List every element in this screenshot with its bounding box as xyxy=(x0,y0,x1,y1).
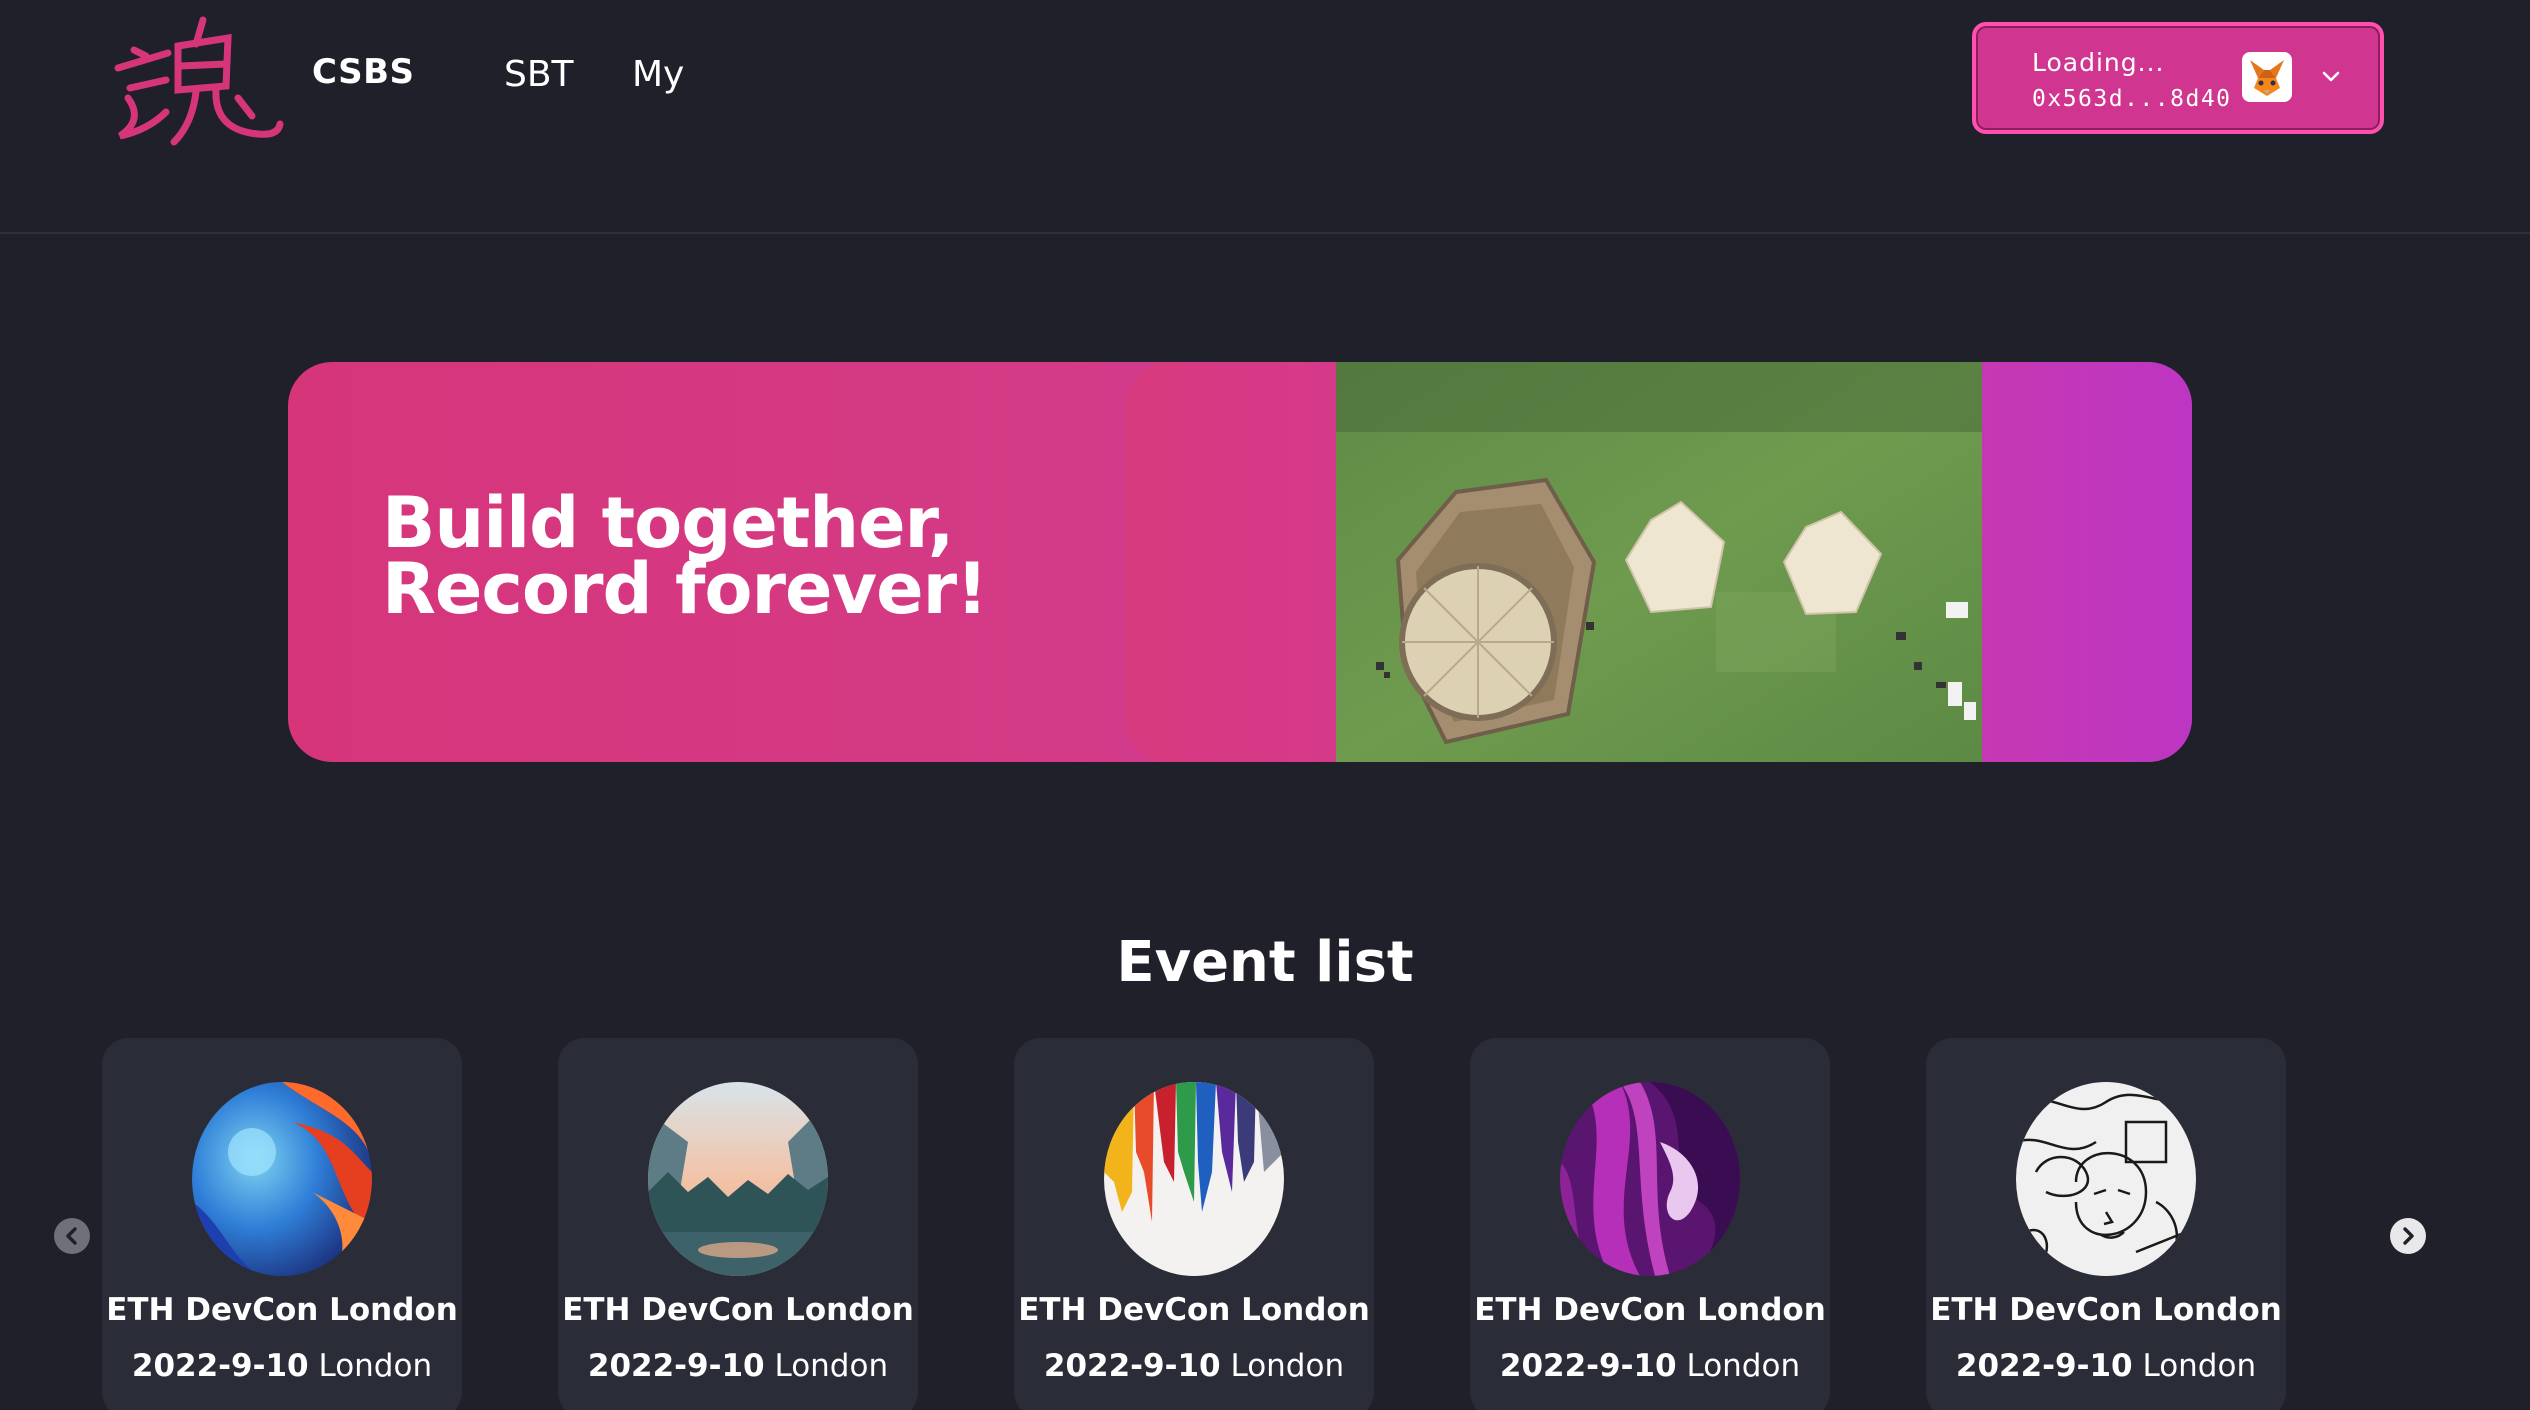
event-list-title: Event list xyxy=(1116,930,1414,995)
nav-link-sbt[interactable]: SBT xyxy=(504,54,574,95)
banner-headline: Build together, Record forever! xyxy=(382,482,988,630)
top-header: CSBS SBT My Loading... 0x563d...8d40 xyxy=(0,0,2530,234)
chevron-right-icon xyxy=(2403,1227,2414,1245)
chevron-left-icon xyxy=(66,1227,77,1245)
event-meta: 2022-9-10 London xyxy=(102,1348,462,1384)
event-name: ETH DevCon London xyxy=(106,1292,458,1328)
event-name: ETH DevCon London xyxy=(1930,1292,2282,1328)
event-meta: 2022-9-10 London xyxy=(1926,1348,2286,1384)
event-name: ETH DevCon London xyxy=(562,1292,914,1328)
event-city: London xyxy=(1686,1348,1801,1384)
brand-link[interactable]: CSBS xyxy=(312,52,414,92)
wallet-status: Loading... xyxy=(2032,48,2165,77)
event-image-yosemite-valley xyxy=(648,1082,828,1276)
wallet-connect-button[interactable]: Loading... 0x563d...8d40 xyxy=(1972,22,2384,134)
event-meta: 2022-9-10 London xyxy=(558,1348,918,1384)
event-date: 2022-9-10 xyxy=(131,1348,309,1384)
event-image-line-drawing-face xyxy=(2016,1082,2196,1276)
event-image-rainbow-paint-drip xyxy=(1104,1082,1284,1276)
event-card[interactable]: ETH DevCon London 2022-9-10 London xyxy=(558,1038,918,1410)
app-root: CSBS SBT My Loading... 0x563d...8d40 Bui… xyxy=(0,0,2530,1410)
event-card[interactable]: ETH DevCon London 2022-9-10 London xyxy=(1014,1038,1374,1410)
nav-link-my[interactable]: My xyxy=(632,54,684,95)
hero-banner: Build together, Record forever! xyxy=(288,362,2192,762)
event-name: ETH DevCon London xyxy=(1018,1292,1370,1328)
event-date: 2022-9-10 xyxy=(1043,1348,1221,1384)
banner-line-2: Record forever! xyxy=(382,548,988,630)
event-card[interactable]: ETH DevCon London 2022-9-10 London xyxy=(1470,1038,1830,1410)
event-date: 2022-9-10 xyxy=(587,1348,765,1384)
event-card[interactable]: ETH DevCon London 2022-9-10 London xyxy=(102,1038,462,1410)
event-city: London xyxy=(318,1348,433,1384)
chevron-down-icon[interactable] xyxy=(2316,62,2346,92)
event-date: 2022-9-10 xyxy=(1955,1348,2133,1384)
banner-line-1: Build together, xyxy=(382,482,954,564)
event-city: London xyxy=(774,1348,889,1384)
carousel-prev-button[interactable] xyxy=(54,1218,90,1254)
metamask-fox-icon xyxy=(2242,52,2292,102)
event-date: 2022-9-10 xyxy=(1499,1348,1677,1384)
event-meta: 2022-9-10 London xyxy=(1470,1348,1830,1384)
banner-aerial-photo xyxy=(1336,362,1982,762)
event-city: London xyxy=(1230,1348,1345,1384)
event-city: London xyxy=(2142,1348,2257,1384)
event-image-blue-red-smoke xyxy=(192,1082,372,1276)
logo[interactable] xyxy=(108,8,288,148)
event-card[interactable]: ETH DevCon London 2022-9-10 London xyxy=(1926,1038,2286,1410)
event-image-purple-fluid xyxy=(1560,1082,1740,1276)
carousel-next-button[interactable] xyxy=(2390,1218,2426,1254)
event-name: ETH DevCon London xyxy=(1474,1292,1826,1328)
wallet-address: 0x563d...8d40 xyxy=(2032,86,2232,112)
event-meta: 2022-9-10 London xyxy=(1014,1348,1374,1384)
